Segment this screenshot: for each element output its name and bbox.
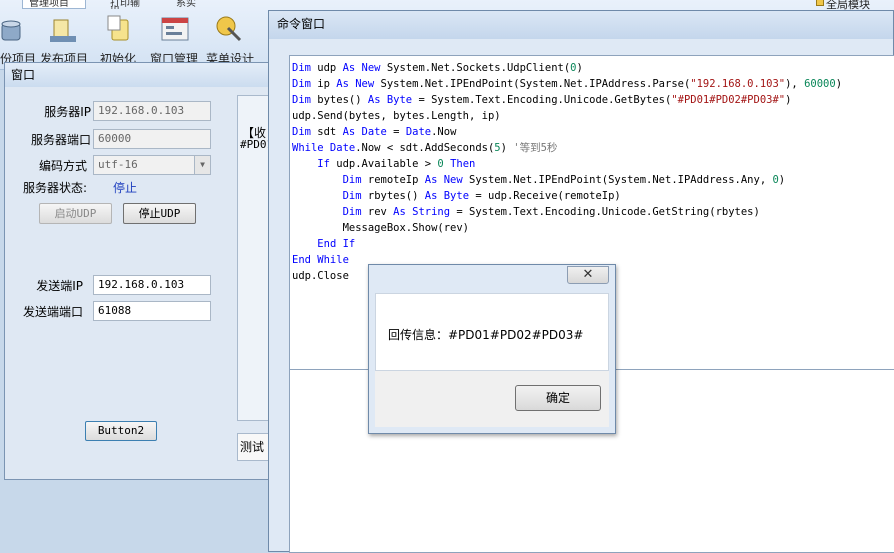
chevron-down-icon[interactable]: ▼ xyxy=(194,156,210,174)
message-box: ✕ 回传信息：#PD01#PD02#PD03# 确定 xyxy=(368,264,616,434)
ok-button[interactable]: 确定 xyxy=(515,385,601,411)
code-line: If udp.Available > 0 Then xyxy=(317,158,476,170)
sender-port-label: 发送端端口 xyxy=(22,305,83,319)
command-window-title: 命令窗口 xyxy=(269,11,893,39)
publish-project-icon[interactable] xyxy=(48,16,78,46)
tab-manage-project[interactable]: 管理项目 xyxy=(22,0,86,9)
stop-udp-button[interactable]: 停止UDP xyxy=(123,203,196,224)
code-line: MessageBox.Show(rev) xyxy=(292,222,470,234)
sender-port-field[interactable]: 61088 xyxy=(93,301,211,321)
code-line: Dim udp As New System.Net.Sockets.UdpCli… xyxy=(292,62,583,74)
server-ip-label: 服务器IP xyxy=(44,105,91,119)
tab-print-output[interactable]: 打印输出 xyxy=(104,0,154,9)
encoding-label: 编码方式 xyxy=(38,159,87,173)
server-status-label: 服务器状态: xyxy=(23,181,88,195)
code-line: Dim ip As New System.Net.IPEndPoint(Syst… xyxy=(292,78,843,90)
initialize-icon[interactable] xyxy=(104,14,134,44)
encoding-value: utf-16 xyxy=(98,158,138,171)
code-line: While Date.Now < sdt.AddSeconds(5) '等到5秒 xyxy=(292,142,558,154)
code-line: End If xyxy=(317,238,356,250)
backup-project-icon[interactable] xyxy=(0,14,30,44)
code-line: Dim sdt As Date = Date.Now xyxy=(292,126,457,138)
code-line: Dim bytes() As Byte = System.Text.Encodi… xyxy=(292,94,792,106)
encoding-select[interactable]: utf-16 ▼ xyxy=(93,155,211,175)
server-port-field[interactable]: 60000 xyxy=(93,129,211,149)
code-line: Dim rbytes() As Byte = udp.Receive(remot… xyxy=(342,190,621,202)
global-module-icon[interactable] xyxy=(816,0,824,6)
code-line: udp.Send(bytes, bytes.Length, ip) xyxy=(292,110,501,122)
code-line: Dim rev As String = System.Text.Encoding… xyxy=(342,206,760,218)
menu-design-icon[interactable] xyxy=(214,14,244,44)
message-body: 回传信息：#PD01#PD02#PD03# xyxy=(375,293,609,371)
form-window-title: 窗口 xyxy=(5,63,275,87)
button2[interactable]: Button2 xyxy=(85,421,157,441)
sender-ip-field[interactable]: 192.168.0.103 xyxy=(93,275,211,295)
server-port-label: 服务器端口 xyxy=(30,133,91,147)
server-status-value: 停止 xyxy=(113,181,138,195)
server-ip-field[interactable]: 192.168.0.103 xyxy=(93,101,211,121)
sender-ip-label: 发送端IP xyxy=(36,279,83,293)
test-box-text: 测试 xyxy=(240,440,265,454)
tab-system[interactable]: 系实 xyxy=(170,0,210,9)
form-window: 窗口 服务器IP 192.168.0.103 服务器端口 60000 编码方式 … xyxy=(4,62,276,480)
message-text: 回传信息：#PD01#PD02#PD03# xyxy=(388,328,584,342)
start-udp-button[interactable]: 启动UDP xyxy=(39,203,112,224)
code-line: Dim remoteIp As New System.Net.IPEndPoin… xyxy=(342,174,786,186)
window-manage-icon[interactable] xyxy=(160,14,190,44)
close-icon[interactable]: ✕ xyxy=(567,266,609,284)
